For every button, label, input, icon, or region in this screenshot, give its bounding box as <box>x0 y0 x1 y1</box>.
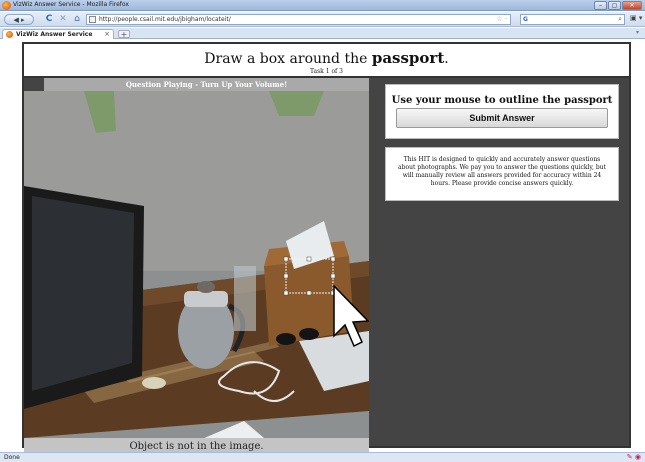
tab-list-chevron-down-icon[interactable]: ▾ <box>636 29 639 36</box>
search-engine-icon[interactable]: G <box>523 16 528 23</box>
page-title: Draw a box around the passport. <box>24 49 629 67</box>
resize-handle[interactable] <box>306 256 312 262</box>
navigation-toolbar: ◀ ▸ C ✕ ⌂ http://people.csail.mit.edu/jb… <box>0 12 645 27</box>
question-photo[interactable] <box>24 91 369 438</box>
window-title: VizWiz Answer Service - Mozilla Firefox <box>13 1 129 8</box>
back-forward-button[interactable]: ◀ ▸ <box>4 14 34 25</box>
reload-icon[interactable]: C <box>44 14 54 25</box>
info-text: This HIT is designed to quickly and accu… <box>398 156 606 187</box>
resize-handle[interactable] <box>330 273 336 279</box>
resize-handle[interactable] <box>330 256 336 262</box>
url-text[interactable]: http://people.csail.mit.edu/jbigham/loca… <box>99 16 231 23</box>
status-banner: Question Playing - Turn Up Your Volume! <box>44 78 369 91</box>
window-title-bar: VizWiz Answer Service - Mozilla Firefox … <box>0 0 645 11</box>
home-icon[interactable]: ⌂ <box>72 14 82 25</box>
submit-answer-button[interactable]: Submit Answer <box>396 108 608 128</box>
status-bar: Done ✎ ◉ <box>0 452 645 462</box>
close-window-button[interactable]: ✕ <box>622 1 642 10</box>
addon-icons[interactable]: ✎ ◉ <box>627 453 641 461</box>
new-tab-button[interactable]: + <box>118 30 130 39</box>
tab-close-icon[interactable]: × <box>104 30 110 38</box>
outline-heading: Use your mouse to outline the passport <box>391 95 613 106</box>
firefox-logo-icon <box>2 1 11 10</box>
instruction-prefix: Draw a box around the <box>204 51 372 67</box>
task-header: Draw a box around the passport. Task 1 o… <box>24 44 629 78</box>
status-text: Done <box>4 454 20 461</box>
hit-frame: Draw a box around the passport. Task 1 o… <box>22 42 631 458</box>
task-counter: Task 1 of 3 <box>309 68 344 75</box>
page-content: Draw a box around the passport. Task 1 o… <box>0 40 645 458</box>
tab-favicon-icon <box>6 31 13 38</box>
photo-canvas[interactable]: Question Playing - Turn Up Your Volume! <box>24 78 369 438</box>
tab-vizwiz[interactable]: VizWiz Answer Service × <box>2 29 114 39</box>
maximize-button[interactable]: ▢ <box>608 1 621 10</box>
outline-panel: Use your mouse to outline the passport S… <box>385 84 619 139</box>
resize-handle[interactable] <box>306 290 312 296</box>
site-identity-icon[interactable] <box>89 16 96 23</box>
tab-strip: VizWiz Answer Service × + ▾ <box>0 28 645 39</box>
instruction-suffix: . <box>444 51 449 67</box>
bookmark-star-icon[interactable]: ☆ · <box>496 15 507 23</box>
info-panel: This HIT is designed to quickly and accu… <box>385 147 619 201</box>
resize-handle[interactable] <box>283 273 289 279</box>
minimize-button[interactable]: – <box>594 1 607 10</box>
tab-label: VizWiz Answer Service <box>16 31 93 38</box>
resize-handle[interactable] <box>283 290 289 296</box>
page-menu-icon[interactable]: ▣ ▾ <box>630 14 642 22</box>
stop-icon[interactable]: ✕ <box>58 14 68 25</box>
search-icon[interactable]: ⌕ <box>618 15 622 24</box>
window-controls: – ▢ ✕ <box>594 1 642 10</box>
search-bar[interactable]: G ⌕ <box>520 14 625 25</box>
resize-handle[interactable] <box>283 256 289 262</box>
address-bar[interactable]: http://people.csail.mit.edu/jbigham/loca… <box>86 14 511 25</box>
target-object: passport <box>371 49 445 67</box>
